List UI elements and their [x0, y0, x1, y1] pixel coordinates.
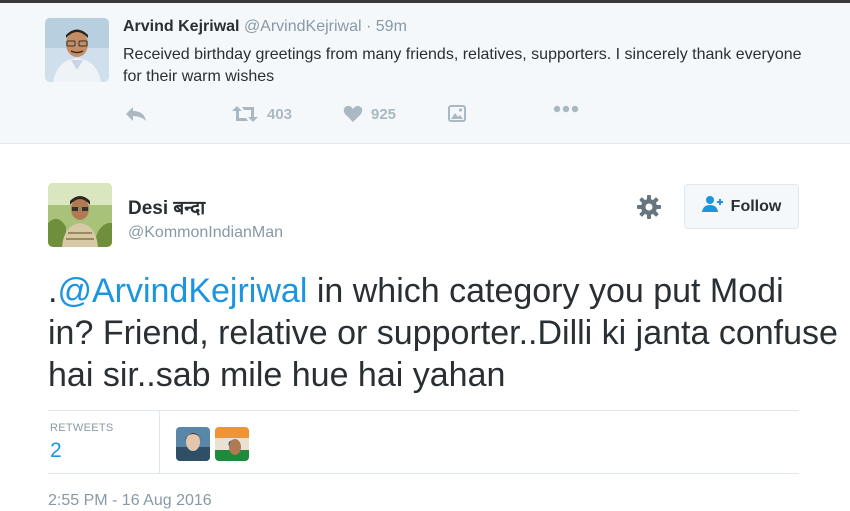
tweet-time[interactable]: 59m	[376, 18, 407, 35]
tweet-actions: 403 925	[123, 105, 643, 127]
retweet-button[interactable]: 403	[231, 105, 292, 123]
tweet-text: Received birthday greetings from many fr…	[123, 46, 802, 85]
retweets-label: RETWEETS	[50, 422, 114, 434]
photo-button[interactable]	[448, 105, 466, 123]
retweets-count[interactable]: 2	[50, 439, 62, 463]
tweet-timestamp[interactable]: 2:55 PM - 16 Aug 2016	[48, 492, 212, 510]
mention-link[interactable]: @ArvindKejriwal	[57, 272, 307, 310]
retweeter-avatar[interactable]	[215, 427, 249, 461]
retweet-icon	[231, 105, 259, 123]
image-icon	[448, 105, 466, 123]
like-count: 925	[371, 105, 397, 123]
parent-tweet[interactable]: Arvind Kejriwal @ArvindKejriwal · 59m Re…	[0, 3, 850, 144]
gear-icon[interactable]	[636, 194, 662, 220]
follow-label: Follow	[730, 197, 782, 215]
heart-icon	[343, 105, 363, 123]
parent-tweet-header: Arvind Kejriwal @ArvindKejriwal · 59m	[123, 18, 407, 36]
follow-button[interactable]: Follow	[684, 184, 799, 229]
follow-user-icon	[701, 195, 731, 218]
retweeter-avatar[interactable]	[176, 427, 210, 461]
author-name[interactable]: Arvind Kejriwal	[123, 18, 239, 35]
stats-divider	[159, 411, 160, 473]
reply-button[interactable]	[125, 105, 147, 123]
main-tweet: Desi बन्दा @KommonIndianMan Follow .@Arv…	[0, 144, 850, 511]
like-button[interactable]: 925	[343, 105, 396, 123]
avatar[interactable]	[45, 18, 109, 82]
retweet-count: 403	[267, 105, 293, 123]
separator-dot: ·	[366, 18, 372, 35]
avatar[interactable]	[48, 183, 112, 247]
author-handle[interactable]: @KommonIndianMan	[128, 224, 283, 242]
tweet-text: .@ArvindKejriwal in which category you p…	[48, 270, 838, 396]
more-dots-icon	[553, 105, 579, 113]
author-name[interactable]: Desi बन्दा	[128, 194, 205, 220]
reply-icon	[125, 105, 147, 123]
author-handle[interactable]: @ArvindKejriwal	[244, 18, 362, 35]
tweet-stats: RETWEETS 2	[48, 410, 799, 474]
more-button[interactable]	[553, 105, 579, 113]
